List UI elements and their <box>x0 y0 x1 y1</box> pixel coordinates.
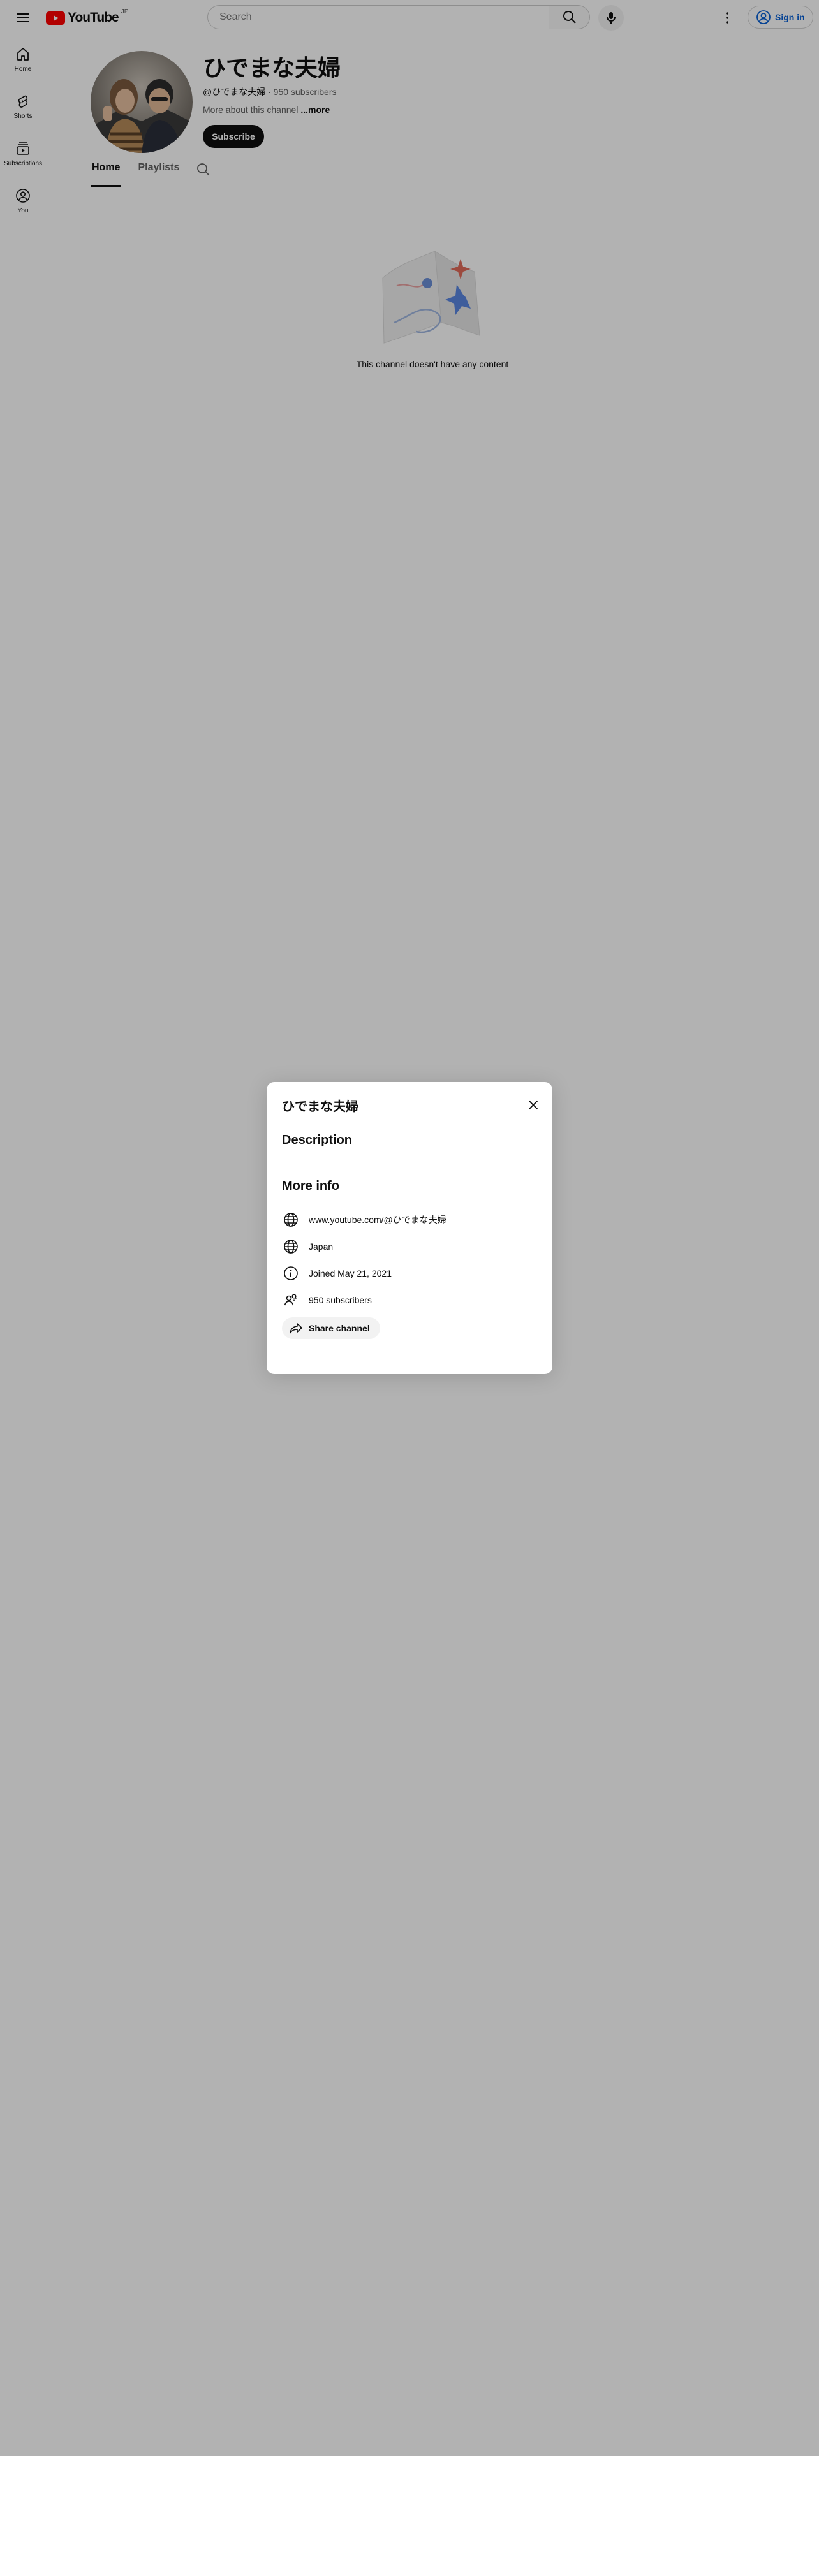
close-icon <box>528 1100 538 1110</box>
share-channel-button[interactable]: Share channel <box>282 1317 380 1339</box>
country-text: Japan <box>309 1241 334 1252</box>
info-row-url: www.youtube.com/@ひでまな夫婦 <box>282 1211 446 1229</box>
dialog-title: ひでまな夫婦 <box>282 1100 358 1114</box>
close-button[interactable] <box>524 1096 542 1114</box>
description-heading: Description <box>282 1133 353 1147</box>
share-channel-label: Share channel <box>309 1323 370 1333</box>
share-icon <box>290 1323 302 1334</box>
info-row-country: Japan <box>282 1238 333 1255</box>
subscribers-icon <box>282 1291 300 1309</box>
info-row-subscribers: 950 subscribers <box>282 1291 372 1309</box>
channel-url-link[interactable]: www.youtube.com/@ひでまな夫婦 <box>309 1213 446 1226</box>
channel-page: YouTube JP Search Sign in Home Shorts Su… <box>0 0 819 2576</box>
about-channel-dialog: ひでまな夫婦 Description More info www.youtube… <box>267 1082 552 1374</box>
more-info-heading: More info <box>282 1179 339 1193</box>
info-row-joined: Joined May 21, 2021 <box>282 1264 392 1282</box>
globe-icon <box>282 1238 300 1255</box>
joined-date-text: Joined May 21, 2021 <box>309 1268 392 1278</box>
subscriber-count-text: 950 subscribers <box>309 1295 372 1305</box>
globe-icon <box>282 1211 300 1229</box>
info-icon <box>282 1264 300 1282</box>
